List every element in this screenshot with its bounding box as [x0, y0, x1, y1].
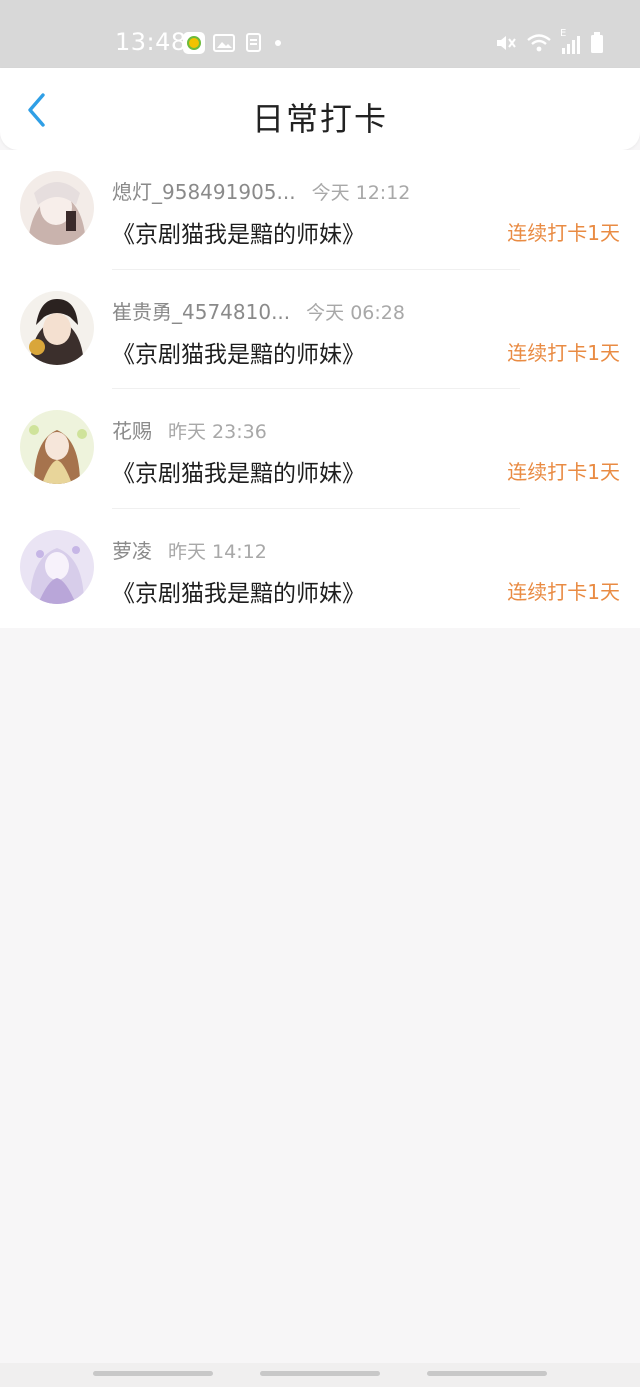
gesture-bar-center[interactable] — [260, 1371, 380, 1376]
signal-icon: E — [560, 28, 580, 54]
notification-icons — [183, 32, 285, 54]
checkin-meta: 熄灯_958491905... 今天 12:12 — [112, 176, 410, 205]
checkin-time: 今天 12:12 — [311, 182, 411, 204]
avatar[interactable] — [20, 171, 94, 245]
checkin-time: 今天 06:28 — [306, 301, 405, 324]
checkin-list: 熄灯_958491905... 今天 12:12 《京剧猫我是黯的师妹》 连续打… — [0, 150, 640, 628]
app-notification-icon — [183, 32, 205, 54]
list-item[interactable]: 萝凌 昨天 14:12 《京剧猫我是黯的师妹》 连续打卡1天 — [0, 509, 640, 629]
gesture-bar-left[interactable] — [93, 1371, 213, 1376]
list-item[interactable]: 花赐 昨天 23:36 《京剧猫我是黯的师妹》 连续打卡1天 — [0, 389, 640, 509]
system-navigation-bar — [0, 1363, 640, 1387]
streak-label: 连续打卡1天 — [507, 340, 620, 365]
avatar[interactable] — [20, 290, 94, 365]
mute-icon — [497, 36, 516, 50]
user-name[interactable]: 萝凌 — [112, 535, 152, 564]
clipboard-icon — [246, 33, 261, 52]
streak-label: 连续打卡1天 — [507, 221, 620, 245]
checkin-time: 昨天 23:36 — [168, 421, 267, 443]
wifi-icon — [527, 34, 551, 52]
status-time: 13:48 — [115, 28, 187, 56]
checkin-meta: 崔贵勇_4574810... 今天 06:28 — [112, 296, 405, 325]
book-title[interactable]: 《京剧猫我是黯的师妹》 — [112, 335, 365, 369]
checkin-meta: 萝凌 昨天 14:12 — [112, 535, 267, 564]
image-icon — [213, 34, 235, 52]
checkin-meta: 花赐 昨天 23:36 — [112, 415, 267, 444]
gesture-bar-right[interactable] — [427, 1371, 547, 1376]
battery-icon — [591, 32, 603, 53]
book-title[interactable]: 《京剧猫我是黯的师妹》 — [112, 215, 365, 249]
checkin-time: 昨天 14:12 — [168, 540, 267, 563]
user-name[interactable]: 崔贵勇_4574810... — [112, 296, 290, 325]
list-item[interactable]: 崔贵勇_4574810... 今天 06:28 《京剧猫我是黯的师妹》 连续打卡… — [0, 270, 640, 389]
nav-header: 日常打卡 — [0, 68, 640, 150]
system-icons: E — [494, 28, 604, 54]
list-item[interactable]: 熄灯_958491905... 今天 12:12 《京剧猫我是黯的师妹》 连续打… — [0, 150, 640, 270]
signal-label: E — [560, 28, 567, 39]
user-name[interactable]: 花赐 — [112, 415, 152, 444]
page-title: 日常打卡 — [251, 100, 388, 138]
status-bar: 13:48 E — [0, 0, 640, 68]
book-title[interactable]: 《京剧猫我是黯的师妹》 — [112, 454, 365, 488]
dot-icon — [275, 40, 281, 46]
user-name[interactable]: 熄灯_958491905... — [112, 176, 296, 205]
book-title[interactable]: 《京剧猫我是黯的师妹》 — [112, 574, 365, 608]
streak-label: 连续打卡1天 — [507, 460, 620, 484]
avatar[interactable] — [20, 410, 94, 484]
avatar[interactable] — [20, 529, 94, 604]
streak-label: 连续打卡1天 — [507, 579, 620, 604]
